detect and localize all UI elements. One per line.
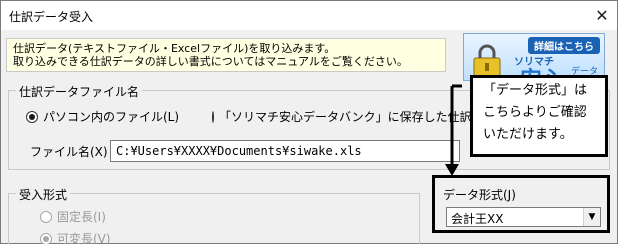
- file-name-input[interactable]: C:¥Users¥XXXX¥Documents¥siwake.xls: [110, 140, 460, 162]
- radio-variable-length[interactable]: 可変長(V): [40, 230, 111, 244]
- radio-databank-dot[interactable]: [212, 110, 214, 123]
- callout-line-3: いただけます。: [483, 127, 573, 142]
- radio-local-file-label: パソコン内のファイル(L): [43, 110, 180, 124]
- data-format-label: データ形式(J): [443, 188, 516, 202]
- callout-line-2: こちらよりご確認: [483, 105, 587, 120]
- data-format-panel: データ形式(J) 会計王XX ▼: [432, 175, 610, 233]
- close-icon[interactable]: ✕: [587, 1, 617, 30]
- file-name-label: ファイル名(X): [30, 145, 108, 159]
- info-message: 仕訳データ(テキストファイル・Excelファイル)を取り込みます。 取り込みでき…: [6, 38, 446, 72]
- file-group-legend: 仕訳データファイル名: [16, 83, 143, 100]
- callout-note: 「データ形式」は こちらよりご確認 いただけます。: [470, 75, 608, 157]
- radio-variable-length-dot[interactable]: [40, 232, 52, 244]
- info-line-1: 仕訳データ(テキストファイル・Excelファイル)を取り込みます。: [13, 42, 336, 55]
- callout-line-1: 「データ形式」は: [483, 83, 588, 98]
- radio-fixed-length-dot[interactable]: [40, 210, 52, 223]
- radio-local-file[interactable]: パソコン内のファイル(L): [26, 108, 179, 125]
- banner-detail-tag: 詳細はこちら: [528, 37, 600, 54]
- info-line-2: 取り込みできる仕訳データの詳しい書式についてはマニュアルをご覧ください。: [13, 55, 408, 68]
- radio-fixed-length-label: 固定長(I): [57, 210, 106, 224]
- lock-icon: [473, 44, 501, 77]
- help-banner[interactable]: 詳細はこちら ソリマチ 安心 データ: [463, 33, 605, 81]
- import-format-legend: 受入形式: [16, 186, 71, 203]
- radio-local-file-dot[interactable]: [26, 110, 38, 123]
- radio-databank[interactable]: 「ソリマチ安心データバンク」に保存した仕訳デ: [212, 108, 470, 125]
- title-bar: 仕訳データ受入 ✕: [1, 1, 617, 30]
- radio-fixed-length[interactable]: 固定長(I): [40, 208, 106, 225]
- chevron-down-icon[interactable]: ▼: [583, 208, 600, 226]
- data-format-select[interactable]: 会計王XX ▼: [446, 207, 601, 227]
- radio-databank-label: 「ソリマチ安心データバンク」に保存した仕訳デ: [219, 110, 470, 124]
- data-format-value: 会計王XX: [451, 212, 504, 226]
- radio-variable-length-label: 可変長(V): [57, 232, 111, 244]
- window-title: 仕訳データ受入: [9, 10, 94, 24]
